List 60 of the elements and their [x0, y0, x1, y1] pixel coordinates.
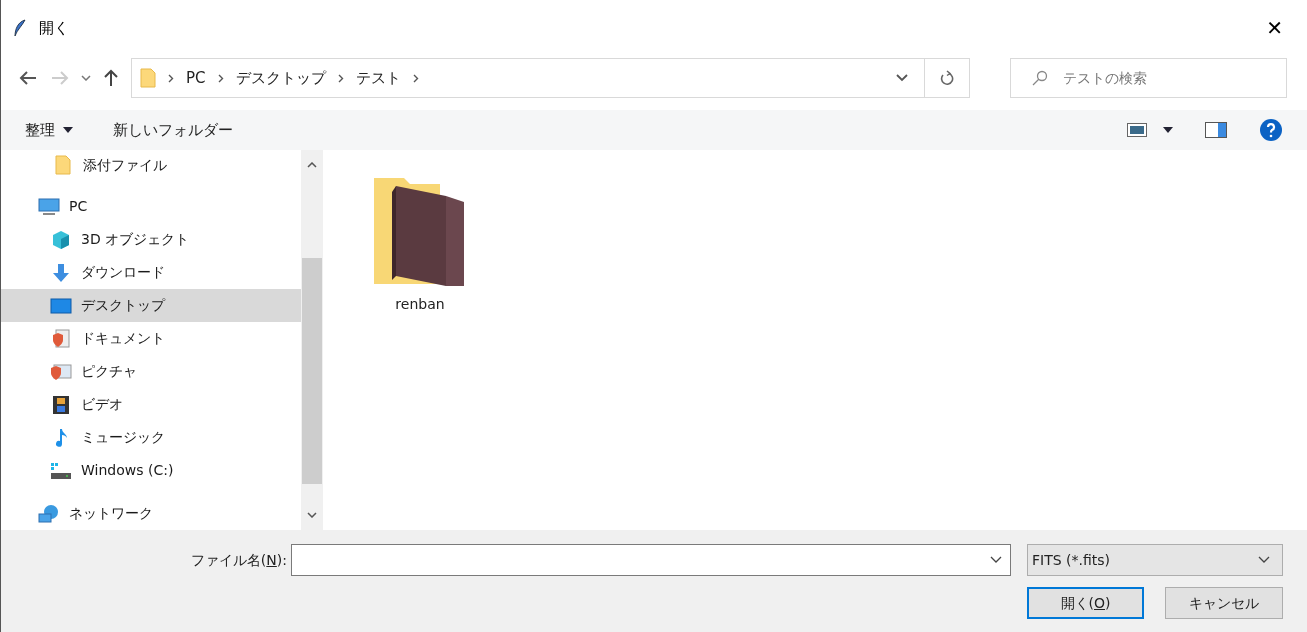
caret-icon[interactable]	[63, 127, 73, 133]
sidebar-item[interactable]: PC	[1, 190, 301, 223]
sidebar-item[interactable]: ドキュメント	[1, 322, 301, 355]
window-title: 開く	[39, 17, 69, 39]
sidebar-item[interactable]: ピクチャ	[1, 355, 301, 388]
caret-icon[interactable]	[1163, 127, 1173, 133]
folder-item[interactable]: renban	[375, 174, 465, 530]
sidebar-item[interactable]: ビデオ	[1, 388, 301, 421]
sidebar-item[interactable]: ダウンロード	[1, 256, 301, 289]
monitor-icon	[38, 197, 60, 216]
image-view-icon[interactable]	[1127, 123, 1147, 137]
sidebar-item[interactable]: Windows (C:)	[1, 454, 301, 487]
chevron-icon	[412, 73, 419, 83]
down-arrow-icon	[51, 262, 71, 283]
network-icon	[38, 503, 60, 524]
close-button[interactable]: ✕	[1258, 13, 1291, 43]
chevron-icon	[337, 73, 344, 83]
chevron-icon	[168, 73, 174, 83]
scroll-down-icon[interactable]	[307, 512, 317, 518]
new-folder-button[interactable]: 新しいフォルダー	[113, 118, 233, 142]
cancel-button[interactable]: キャンセル	[1165, 587, 1283, 619]
music-note-icon	[54, 427, 68, 448]
sidebar-item[interactable]: デスクトップ	[1, 289, 301, 322]
search-field[interactable]: テストの検索	[1010, 58, 1287, 98]
address-bar[interactable]: PC デスクトップ テスト	[131, 58, 970, 98]
dropdown-caret-icon	[1258, 556, 1270, 564]
desktop-icon	[50, 297, 72, 314]
scrollbar[interactable]	[301, 150, 323, 530]
sidebar-item[interactable]: 添付ファイル	[1, 150, 301, 180]
dropdown-caret-icon	[990, 556, 1002, 564]
pictures-icon	[50, 361, 72, 382]
dropdown-caret-icon[interactable]	[896, 74, 908, 82]
file-type-dropdown[interactable]: FITS (*.fits)	[1027, 544, 1283, 576]
up-arrow-icon[interactable]	[103, 69, 119, 87]
forward-arrow-icon	[51, 70, 69, 86]
drive-icon	[50, 461, 72, 480]
preview-pane-icon[interactable]	[1205, 122, 1227, 138]
folder-icon	[55, 155, 71, 175]
back-arrow-icon	[19, 70, 37, 86]
scroll-up-icon[interactable]	[307, 162, 317, 168]
breadcrumb[interactable]: デスクトップ	[235, 66, 326, 90]
dropdown-caret-icon[interactable]	[81, 75, 91, 81]
field-label: ファイル名(N):	[190, 550, 287, 570]
filename-field[interactable]	[291, 544, 1011, 576]
feather-icon	[13, 19, 27, 37]
cube-icon	[51, 229, 71, 250]
search-icon	[1032, 70, 1048, 86]
organize-button[interactable]: 整理	[25, 118, 73, 142]
sidebar-item[interactable]: 3D オブジェクト	[1, 223, 301, 256]
help-icon[interactable]	[1259, 118, 1283, 142]
open-button[interactable]: 開く(O)	[1027, 587, 1144, 619]
refresh-icon	[940, 70, 954, 86]
document-icon	[52, 328, 70, 349]
breadcrumb[interactable]: PC	[186, 66, 206, 90]
film-icon	[52, 394, 70, 415]
folder-icon	[140, 68, 156, 88]
chevron-icon	[217, 73, 224, 83]
sidebar-item[interactable]: ミュージック	[1, 421, 301, 454]
sidebar-item[interactable]: ネットワーク	[1, 497, 301, 530]
breadcrumb[interactable]: テスト	[355, 66, 401, 90]
